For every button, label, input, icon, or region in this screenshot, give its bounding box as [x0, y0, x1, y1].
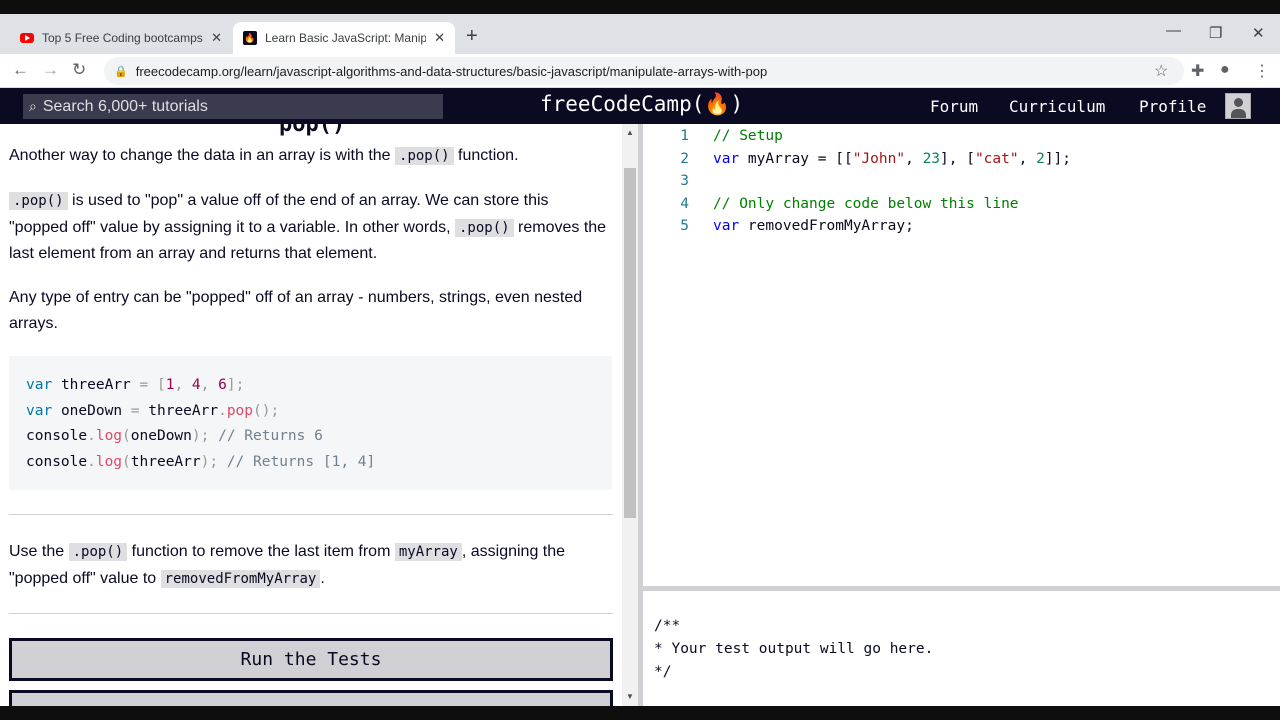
line-number: 1	[680, 128, 689, 144]
example-code-line: console.log(oneDown); // Returns 6	[26, 428, 323, 444]
lesson-instructions: Use the .pop() function to remove the la…	[9, 543, 566, 588]
lesson-paragraph-1: Another way to change the data in an arr…	[9, 147, 519, 165]
example-code-line: var oneDown = threeArr.pop();	[26, 402, 280, 419]
address-bar[interactable]: 🔒 freecodecamp.org/learn/javascript-algo…	[104, 57, 1184, 85]
line-number: 4	[680, 196, 689, 212]
inline-code: .pop()	[68, 543, 128, 561]
minimize-icon[interactable]: —	[1166, 22, 1181, 39]
youtube-icon	[20, 33, 34, 43]
search-input[interactable]: ⌕ Search 6,000+ tutorials	[23, 94, 443, 119]
scroll-up-icon[interactable]: ▲	[626, 128, 634, 137]
scroll-down-icon[interactable]: ▼	[626, 692, 634, 701]
tab-title: Learn Basic JavaScript: Manipulat	[265, 31, 427, 45]
browser-toolbar: ← → ↻ 🔒 freecodecamp.org/learn/javascrip…	[0, 54, 1280, 88]
tab-title: Top 5 Free Coding bootcamps an	[42, 31, 204, 45]
avatar[interactable]	[1225, 93, 1251, 119]
close-window-icon[interactable]: ✕	[1252, 24, 1265, 42]
lesson-pane: pop() Another way to change the data in …	[0, 124, 622, 706]
scroll-thumb[interactable]	[624, 168, 636, 518]
new-tab-icon[interactable]: +	[466, 25, 478, 48]
inline-code: removedFromMyArray	[160, 569, 321, 588]
inline-code: .pop()	[9, 192, 68, 210]
forward-icon[interactable]: →	[42, 60, 59, 80]
run-tests-button[interactable]: Run the Tests	[9, 638, 613, 681]
reset-button[interactable]	[9, 690, 613, 706]
inline-code: .pop()	[455, 218, 514, 237]
browser-tab-freecodecamp[interactable]: 🔥 Learn Basic JavaScript: Manipulat ✕	[233, 22, 455, 54]
back-icon[interactable]: ←	[12, 60, 29, 80]
restore-icon[interactable]: ❐	[1209, 24, 1222, 42]
test-output-panel: /** * Your test output will go here. */	[643, 591, 1280, 706]
top-strip	[0, 0, 1280, 14]
lesson-paragraph-2: .pop() is used to "pop" a value off of t…	[9, 192, 607, 262]
lesson-scrollbar[interactable]: ▲ ▼	[622, 124, 638, 706]
nav-curriculum[interactable]: Curriculum	[1009, 97, 1105, 116]
divider-line	[9, 613, 613, 614]
code-line: var myArray = [["John", 23], ["cat", 2]]…	[713, 151, 1072, 167]
example-code-line: console.log(threeArr); // Returns [1, 4]	[26, 453, 376, 470]
lesson-heading: pop()	[279, 124, 346, 137]
close-tab-icon[interactable]: ✕	[211, 30, 222, 46]
inline-code: myArray	[394, 543, 462, 561]
example-code-line: var threeArr = [1, 4, 6];	[26, 377, 245, 393]
fcc-navbar: ⌕ Search 6,000+ tutorials freeCodeCamp(🔥…	[0, 88, 1280, 124]
code-line: // Only change code below this line	[713, 196, 1019, 212]
output-line: /**	[654, 618, 681, 634]
browser-tab-youtube[interactable]: Top 5 Free Coding bootcamps an ✕	[10, 22, 232, 54]
line-number: 2	[680, 151, 689, 167]
output-line: * Your test output will go here.	[654, 641, 934, 657]
lesson-paragraph-3: Any type of entry can be "popped" off of…	[9, 289, 583, 332]
search-icon: ⌕	[29, 98, 37, 114]
menu-icon[interactable]: ⋮	[1254, 61, 1270, 81]
code-line: var removedFromMyArray;	[713, 218, 914, 234]
profile-icon[interactable]: ●	[1220, 61, 1230, 79]
freecodecamp-icon: 🔥	[243, 31, 257, 45]
close-tab-icon[interactable]: ✕	[434, 30, 445, 46]
line-number: 3	[680, 173, 689, 189]
line-number: 5	[680, 218, 689, 234]
output-line: */	[654, 664, 672, 680]
nav-forum[interactable]: Forum	[930, 97, 978, 116]
inline-code: .pop()	[395, 147, 454, 165]
search-placeholder: Search 6,000+ tutorials	[42, 97, 208, 115]
reload-icon[interactable]: ↻	[72, 60, 86, 80]
code-line: // Setup	[713, 128, 783, 144]
url-text: freecodecamp.org/learn/javascript-algori…	[135, 63, 768, 79]
browser-tab-bar: Top 5 Free Coding bootcamps an ✕ 🔥 Learn…	[0, 14, 1280, 54]
code-editor[interactable]: 1 // Setup 2 var myArray = [["John", 23]…	[643, 124, 1280, 586]
nav-profile[interactable]: Profile	[1139, 97, 1206, 116]
lock-icon: 🔒	[114, 65, 128, 78]
divider-line	[9, 514, 613, 515]
example-code-block: var threeArr = [1, 4, 6]; var oneDown = …	[9, 356, 612, 490]
bookmark-star-icon[interactable]: ☆	[1154, 61, 1168, 81]
extensions-icon[interactable]: ✚	[1191, 61, 1204, 81]
brand-logo[interactable]: freeCodeCamp(🔥)	[540, 92, 743, 117]
bottom-strip	[0, 706, 1280, 720]
